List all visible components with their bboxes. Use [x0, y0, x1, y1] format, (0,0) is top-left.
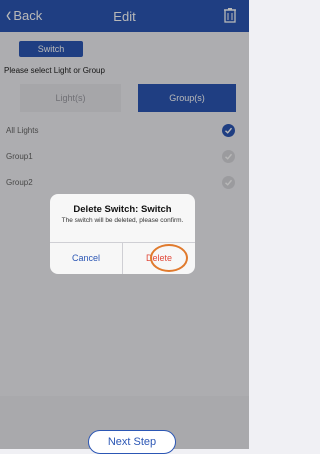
next-step-button[interactable]: Next Step — [88, 430, 176, 454]
cancel-button[interactable]: Cancel — [50, 242, 122, 274]
dialog-message: The switch will be deleted, please confi… — [61, 217, 184, 224]
highlight-circle — [150, 244, 188, 272]
dialog-title: Delete Switch: Switch — [73, 204, 172, 215]
